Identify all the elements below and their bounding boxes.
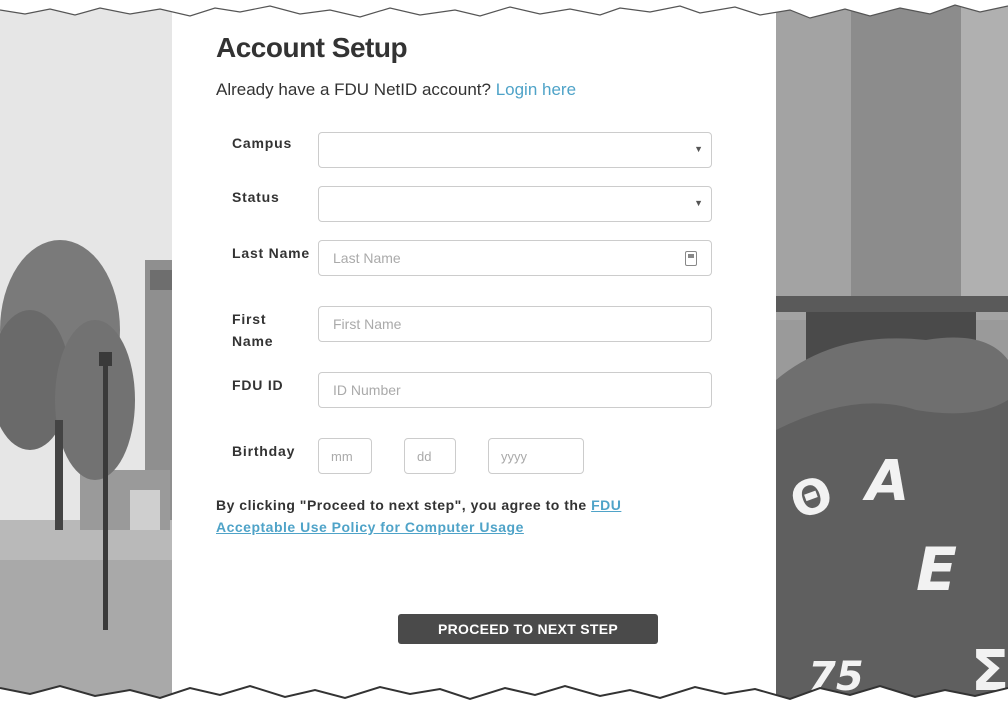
birthday-day-input[interactable] bbox=[405, 439, 455, 473]
birthday-month-input[interactable] bbox=[319, 439, 371, 473]
rock-photo-right: Θ A E 75 Σ bbox=[776, 0, 1008, 708]
chevron-down-icon: ▼ bbox=[694, 198, 703, 208]
campus-select[interactable]: ▼ bbox=[318, 132, 712, 168]
birthday-label: Birthday bbox=[232, 443, 296, 459]
campus-photo-left-art bbox=[0, 0, 172, 708]
campus-label: Campus bbox=[232, 135, 293, 151]
torn-edge-top bbox=[0, 0, 1008, 19]
agreement-prefix: By clicking "Proceed to next step", you … bbox=[216, 497, 592, 513]
rock-letter-alpha: A bbox=[862, 449, 909, 514]
first-name-input[interactable] bbox=[319, 307, 673, 341]
chevron-down-icon: ▼ bbox=[694, 144, 703, 154]
fdu-id-field bbox=[318, 372, 712, 408]
first-name-label: First Name bbox=[232, 311, 274, 349]
fdu-id-label: FDU ID bbox=[232, 377, 284, 393]
login-here-link[interactable]: Login here bbox=[496, 80, 576, 99]
rock-photo-right-art: Θ A E 75 Σ bbox=[776, 0, 1008, 708]
birthday-year-field bbox=[488, 438, 584, 474]
birthday-year-input[interactable] bbox=[489, 439, 583, 473]
fdu-id-input[interactable] bbox=[319, 373, 673, 407]
login-prompt-text: Already have a FDU NetID account? bbox=[216, 80, 496, 99]
birthday-day-field bbox=[404, 438, 456, 474]
account-setup-panel: Account Setup Already have a FDU NetID a… bbox=[172, 0, 776, 708]
torn-edge-bottom bbox=[0, 684, 1008, 708]
last-name-input[interactable] bbox=[319, 241, 673, 275]
last-name-label: Last Name bbox=[232, 245, 311, 261]
status-select[interactable]: ▼ bbox=[318, 186, 712, 222]
agreement-text: By clicking "Proceed to next step", you … bbox=[216, 494, 686, 538]
login-prompt: Already have a FDU NetID account? Login … bbox=[216, 80, 576, 100]
first-name-field bbox=[318, 306, 712, 342]
status-label: Status bbox=[232, 189, 280, 205]
contact-card-icon[interactable] bbox=[685, 251, 697, 266]
page-title: Account Setup bbox=[216, 32, 408, 63]
birthday-month-field bbox=[318, 438, 372, 474]
last-name-field bbox=[318, 240, 712, 276]
proceed-button[interactable]: PROCEED TO NEXT STEP bbox=[398, 614, 658, 644]
campus-photo-left bbox=[0, 0, 172, 708]
rock-letter-epsilon: E bbox=[916, 535, 957, 605]
